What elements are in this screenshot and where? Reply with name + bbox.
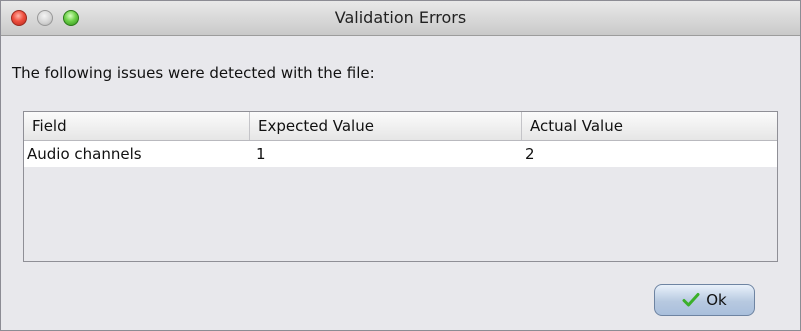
- cell-actual-value: 2: [525, 145, 535, 163]
- column-header-field[interactable]: Field: [24, 112, 250, 140]
- window-title: Validation Errors: [334, 8, 467, 27]
- dialog-window: Validation Errors The following issues w…: [0, 0, 801, 331]
- table-header: Field Expected Value Actual Value: [24, 112, 777, 141]
- title-bar: Validation Errors: [1, 1, 800, 36]
- table-row[interactable]: Audio channels 1 2: [24, 141, 777, 167]
- column-header-expected-value[interactable]: Expected Value: [250, 112, 522, 140]
- ok-button-label: Ok: [706, 291, 727, 309]
- cell-expected-value: 1: [256, 145, 266, 163]
- cell-field: Audio channels: [27, 145, 142, 163]
- message-text: The following issues were detected with …: [12, 64, 375, 82]
- column-header-actual-value[interactable]: Actual Value: [522, 112, 777, 140]
- ok-button[interactable]: Ok: [654, 284, 755, 316]
- validation-table: Field Expected Value Actual Value Audio …: [23, 111, 778, 262]
- check-icon: [682, 293, 700, 307]
